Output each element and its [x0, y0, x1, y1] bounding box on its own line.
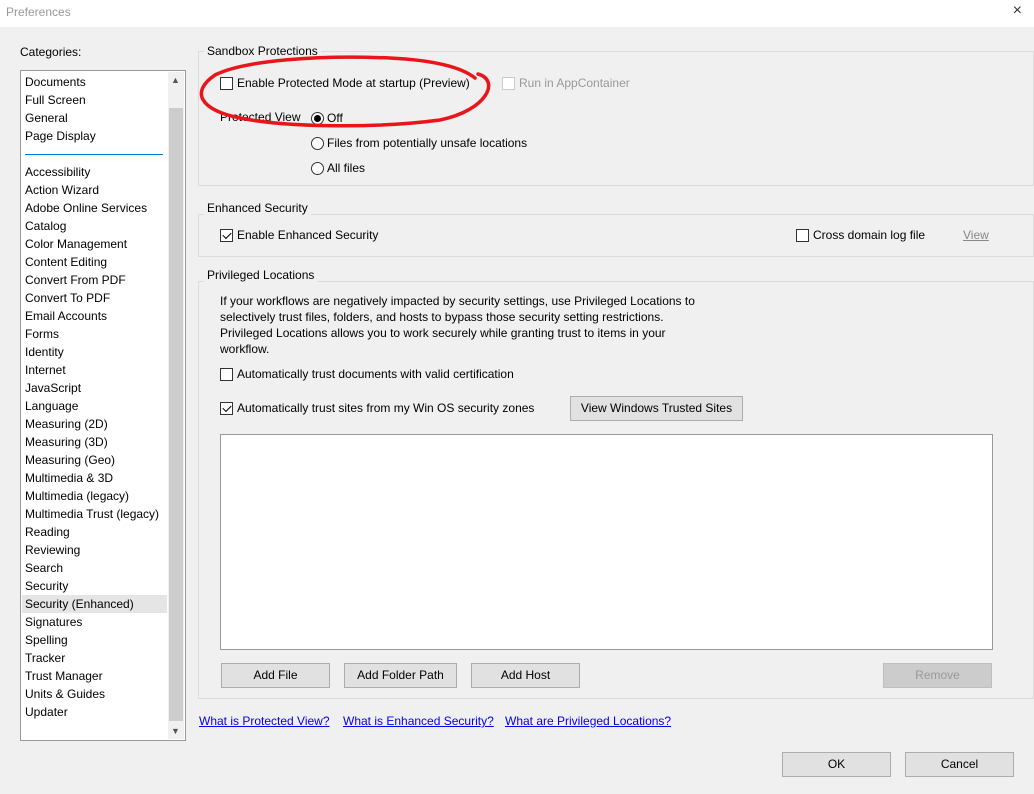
category-item[interactable]: Color Management	[25, 235, 167, 253]
category-item[interactable]: Email Accounts	[25, 307, 167, 325]
categories-list[interactable]: ▲ ▼ Documents Full Screen General Page Disp…	[20, 70, 186, 741]
protected-mode-checkbox[interactable]: Enable Protected Mode at startup (Previe…	[220, 76, 470, 90]
category-item[interactable]: Updater	[25, 703, 167, 721]
category-item[interactable]: Internet	[25, 361, 167, 379]
checkbox-icon	[220, 76, 233, 90]
category-item[interactable]: Trust Manager	[25, 667, 167, 685]
enhanced-title: Enhanced Security	[204, 201, 311, 215]
checkbox-icon	[502, 76, 515, 90]
category-item[interactable]: JavaScript	[25, 379, 167, 397]
privileged-locations-list[interactable]	[220, 434, 993, 650]
radio-unsafe-locations[interactable]: Files from potentially unsafe locations	[311, 136, 527, 150]
category-item[interactable]: Reviewing	[25, 541, 167, 559]
category-item[interactable]: Language	[25, 397, 167, 415]
category-item[interactable]: Security	[25, 577, 167, 595]
radio-label: Files from potentially unsafe locations	[327, 136, 528, 150]
enhanced-security-label: Enable Enhanced Security	[237, 228, 379, 242]
trust-sites-label: Automatically trust sites from my Win OS…	[237, 401, 535, 415]
radio-icon	[311, 161, 324, 175]
category-item[interactable]: Measuring (Geo)	[25, 451, 167, 469]
scroll-up-icon[interactable]: ▲	[171, 75, 180, 85]
category-item[interactable]: Multimedia Trust (legacy)	[25, 505, 167, 523]
category-divider	[25, 154, 163, 155]
trust-cert-checkbox[interactable]: Automatically trust documents with valid…	[220, 367, 514, 381]
privileged-title: Privileged Locations	[204, 268, 318, 282]
category-item[interactable]: Accessibility	[25, 163, 167, 181]
category-item[interactable]: Action Wizard	[25, 181, 167, 199]
radio-icon	[311, 111, 324, 125]
category-item[interactable]: General	[25, 109, 167, 127]
category-item[interactable]: Measuring (3D)	[25, 433, 167, 451]
sandbox-title: Sandbox Protections	[204, 44, 321, 58]
description-line: Privileged Locations allows you to work …	[220, 326, 666, 340]
category-item[interactable]: Multimedia & 3D	[25, 469, 167, 487]
radio-label: Off	[327, 111, 343, 125]
radio-label: All files	[327, 161, 366, 175]
enhanced-security-checkbox[interactable]: Enable Enhanced Security	[220, 228, 378, 242]
privileged-description: If your workflows are negatively impacte…	[220, 293, 695, 357]
view-trusted-sites-button[interactable]: View Windows Trusted Sites	[570, 396, 743, 421]
window-title: Preferences	[6, 5, 71, 19]
appcontainer-checkbox[interactable]: Run in AppContainer	[502, 76, 630, 90]
description-line: workflow.	[220, 342, 270, 356]
category-item[interactable]: Convert From PDF	[25, 271, 167, 289]
remove-button[interactable]: Remove	[883, 663, 992, 688]
radio-icon	[311, 136, 324, 150]
scrollbar-thumb[interactable]	[169, 108, 183, 721]
category-item[interactable]: Units & Guides	[25, 685, 167, 703]
category-item[interactable]: Page Display	[25, 127, 167, 145]
protected-view-help-link[interactable]: What is Protected View?	[199, 714, 330, 728]
trust-sites-checkbox[interactable]: Automatically trust sites from my Win OS…	[220, 401, 534, 415]
radio-all-files[interactable]: All files	[311, 161, 365, 175]
category-item[interactable]: Content Editing	[25, 253, 167, 271]
view-log-link[interactable]: View	[963, 228, 989, 242]
category-item[interactable]: Measuring (2D)	[25, 415, 167, 433]
category-item[interactable]: Convert To PDF	[25, 289, 167, 307]
add-folder-path-button[interactable]: Add Folder Path	[344, 663, 457, 688]
category-item[interactable]: Forms	[25, 325, 167, 343]
category-item[interactable]: Adobe Online Services	[25, 199, 167, 217]
privileged-locations-help-link[interactable]: What are Privileged Locations?	[505, 714, 671, 728]
category-item[interactable]: Search	[25, 559, 167, 577]
add-file-button[interactable]: Add File	[221, 663, 330, 688]
category-item[interactable]: Documents	[25, 73, 167, 91]
cancel-button[interactable]: Cancel	[905, 752, 1014, 777]
category-item[interactable]: Catalog	[25, 217, 167, 235]
scrollbar[interactable]: ▲ ▼	[168, 72, 184, 739]
category-item[interactable]: Multimedia (legacy)	[25, 487, 167, 505]
category-item[interactable]: Spelling	[25, 631, 167, 649]
radio-off[interactable]: Off	[311, 111, 343, 125]
category-item[interactable]: Full Screen	[25, 91, 167, 109]
protected-mode-label: Enable Protected Mode at startup (Previe…	[237, 76, 470, 90]
checkbox-icon	[220, 367, 233, 381]
checkbox-icon	[220, 228, 233, 242]
protected-view-label: Protected View	[220, 110, 301, 124]
checkbox-icon	[796, 228, 809, 242]
category-item[interactable]: Reading	[25, 523, 167, 541]
ok-button[interactable]: OK	[782, 752, 891, 777]
appcontainer-label: Run in AppContainer	[519, 76, 630, 90]
cross-domain-checkbox[interactable]: Cross domain log file	[796, 228, 925, 242]
category-item[interactable]: Signatures	[25, 613, 167, 631]
categories-label: Categories:	[20, 45, 82, 59]
enhanced-security-help-link[interactable]: What is Enhanced Security?	[343, 714, 494, 728]
title-bar: Preferences ×	[0, 0, 1034, 27]
category-item[interactable]: Identity	[25, 343, 167, 361]
description-line: selectively trust files, folders, and ho…	[220, 310, 664, 324]
cross-domain-label: Cross domain log file	[813, 228, 926, 242]
checkbox-icon	[220, 401, 233, 415]
add-host-button[interactable]: Add Host	[471, 663, 580, 688]
description-line: If your workflows are negatively impacte…	[220, 294, 695, 308]
trust-cert-label: Automatically trust documents with valid…	[237, 367, 514, 381]
category-item[interactable]: Security (Enhanced)	[22, 595, 167, 613]
scroll-down-icon[interactable]: ▼	[171, 726, 180, 736]
category-item[interactable]: Tracker	[25, 649, 167, 667]
close-icon[interactable]: ×	[1013, 2, 1022, 20]
